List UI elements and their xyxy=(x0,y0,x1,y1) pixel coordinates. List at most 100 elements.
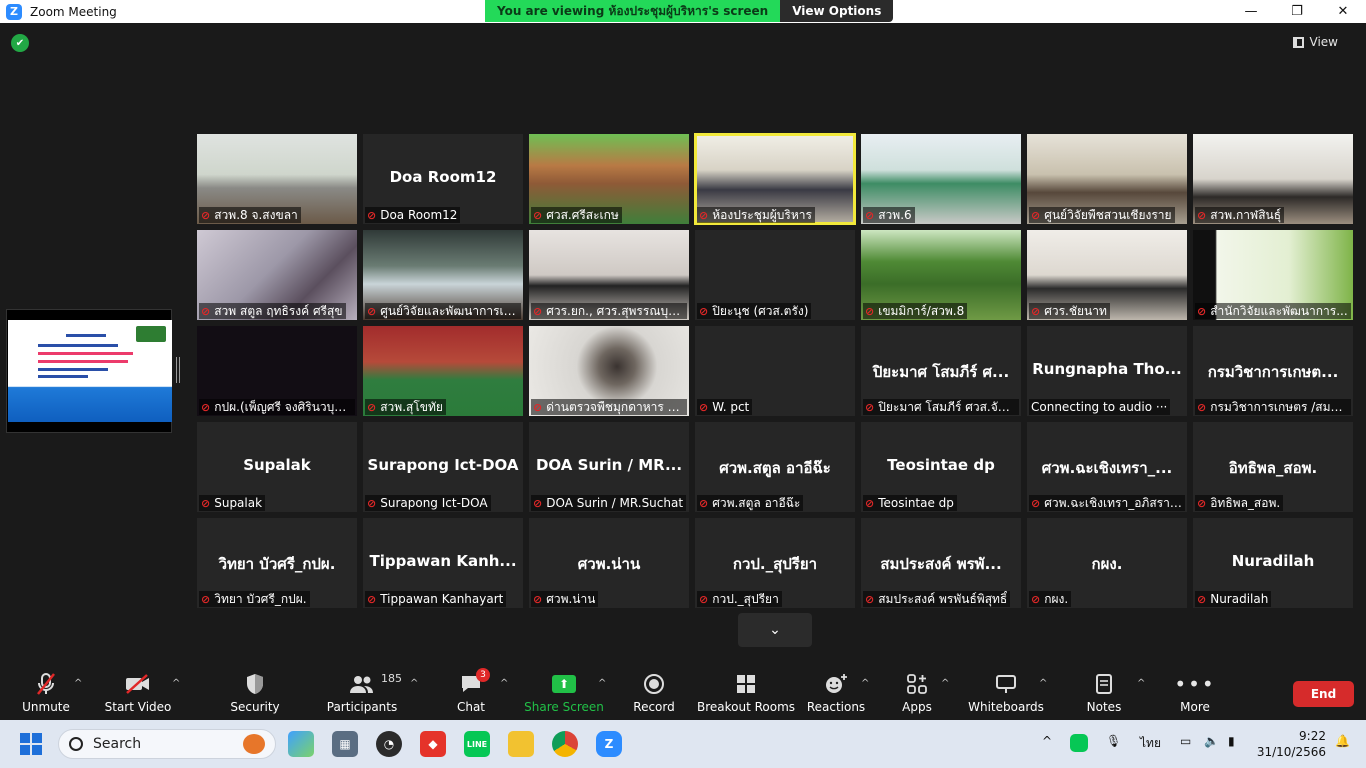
apps-caret-icon[interactable]: ^ xyxy=(941,678,949,689)
participant-tile[interactable]: Surapong Ict-DOA ⊘ Surapong Ict-DOA xyxy=(363,422,523,512)
participant-tile[interactable]: ⊘ ศูนย์วิจัยและพัฒนาการเก... xyxy=(363,230,523,320)
participant-tile[interactable]: ปิยะมาศ โสมภีร์ ศ... ⊘ ปิยะมาศ โสมภีร์ ศวส… xyxy=(861,326,1021,416)
clock-date: 31/10/2566 xyxy=(1256,745,1326,759)
notes-caret-icon[interactable]: ^ xyxy=(1137,678,1145,689)
view-button[interactable]: View xyxy=(1292,35,1338,49)
participant-name-tag: ⊘ ศวพ.สตูล อาอีฉ๊ะ xyxy=(697,495,804,511)
muted-mic-icon: ⊘ xyxy=(533,592,543,606)
participant-tile[interactable]: ⊘ สวพ.6 xyxy=(861,134,1021,224)
participant-tile[interactable]: Nuradilah ⊘ Nuradilah xyxy=(1193,518,1353,608)
participant-tile[interactable]: DOA Surin / MR... ⊘ DOA Surin / MR.Suchat xyxy=(529,422,689,512)
end-meeting-button[interactable]: End xyxy=(1293,681,1354,707)
participant-tile[interactable]: ⊘ ห้องประชุมผู้บริหาร xyxy=(694,133,856,225)
reactions-caret-icon[interactable]: ^ xyxy=(861,678,869,689)
audio-options-caret-icon[interactable]: ^ xyxy=(74,678,82,689)
next-page-chevron-down-icon[interactable]: ⌄ xyxy=(738,613,812,647)
participant-tile[interactable]: ศวพ.สตูล อาอีฉ๊ะ ⊘ ศวพ.สตูล อาอีฉ๊ะ xyxy=(695,422,855,512)
input-language[interactable]: ไทย xyxy=(1140,734,1161,753)
participant-tile[interactable]: ⊘ W. pct xyxy=(695,326,855,416)
search-placeholder: Search xyxy=(93,736,142,752)
zoom-taskbar-icon[interactable]: Z xyxy=(596,731,622,757)
participant-tile[interactable]: Supalak ⊘ Supalak xyxy=(197,422,357,512)
participant-tile[interactable]: ⊘ ศวส.ศรีสะเกษ xyxy=(529,134,689,224)
participant-tile[interactable]: สมประสงค์ พรพั... ⊘ สมประสงค์ พรพันธ์พิสุท… xyxy=(861,518,1021,608)
video-options-caret-icon[interactable]: ^ xyxy=(172,678,180,689)
windows-start-icon[interactable] xyxy=(20,733,42,755)
participant-tile[interactable]: ⊘ ด่านตรวจพืชมุกดาหาร (ป... xyxy=(529,326,689,416)
participant-display-name: Tippawan Kanh... xyxy=(369,552,517,570)
taskbar-search-box[interactable]: Search xyxy=(58,729,276,759)
network-icon[interactable]: ▭ xyxy=(1180,734,1191,748)
participant-tile[interactable]: Tippawan Kanh... ⊘ Tippawan Kanhayart xyxy=(363,518,523,608)
participant-tile[interactable]: ⊘ สวพ.สุโขทัย xyxy=(363,326,523,416)
maximize-icon[interactable]: ❐ xyxy=(1274,0,1320,23)
apps-button[interactable]: Apps xyxy=(898,670,936,718)
participant-display-name: DOA Surin / MR... xyxy=(535,456,683,474)
breakout-rooms-button[interactable]: Breakout Rooms xyxy=(697,670,795,718)
participant-tile[interactable]: กวป._สุปรียา ⊘ กวป._สุปรียา xyxy=(695,518,855,608)
notification-bell-icon[interactable]: 🔔 xyxy=(1335,734,1350,748)
more-button[interactable]: ••• More xyxy=(1174,670,1214,718)
microphone-tray-icon[interactable]: 🎙 xyxy=(1106,734,1121,748)
participant-tile[interactable]: Doa Room12 ⊘ Doa Room12 xyxy=(363,134,523,224)
unmute-button[interactable]: Unmute xyxy=(22,670,70,718)
widgets-app-icon[interactable] xyxy=(288,731,314,757)
participant-tile[interactable]: วิทยา บัวศรี_กปผ. ⊘ วิทยา บัวศรี_กปผ. xyxy=(197,518,357,608)
participant-tile[interactable]: ⊘ ปิยะนุช (ศวส.ตรัง) xyxy=(695,230,855,320)
participant-name-tag: ⊘ ศวร.ยก., ศวร.สุพรรณบุรี,... xyxy=(531,303,687,319)
muted-mic-icon: ⊘ xyxy=(699,496,709,510)
participant-tile[interactable]: ศวพ.น่าน ⊘ ศวพ.น่าน xyxy=(529,518,689,608)
participant-tile[interactable]: อิทธิพล_สอพ. ⊘ อิทธิพล_สอพ. xyxy=(1193,422,1353,512)
participant-tile[interactable]: กรมวิชาการเกษต... ⊘ กรมวิชาการเกษตร /สมคิ.… xyxy=(1193,326,1353,416)
tray-overflow-chevron-icon[interactable]: ^ xyxy=(1042,734,1052,748)
participants-caret-icon[interactable]: ^ xyxy=(410,678,418,689)
security-button[interactable]: Security xyxy=(230,670,280,718)
share-screen-button[interactable]: ⬆ Share Screen xyxy=(524,670,604,718)
line-app-icon[interactable]: LINE xyxy=(464,731,490,757)
speedometer-app-icon[interactable]: ◔ xyxy=(376,731,402,757)
participants-button[interactable]: 185 Participants xyxy=(327,670,402,718)
chrome-browser-icon[interactable] xyxy=(552,731,578,757)
participant-tile[interactable]: ⊘ ศวร.ชัยนาท xyxy=(1027,230,1187,320)
participant-tile[interactable]: ศวพ.ฉะเชิงเทรา_... ⊘ ศวพ.ฉะเชิงเทรา_อภิสรา… xyxy=(1027,422,1187,512)
muted-mic-icon: ⊘ xyxy=(1197,304,1207,318)
line-tray-icon[interactable] xyxy=(1070,734,1088,752)
calculator-app-icon[interactable]: ▦ xyxy=(332,731,358,757)
close-icon[interactable]: ✕ xyxy=(1320,0,1366,23)
chat-button[interactable]: 3 Chat xyxy=(452,668,490,718)
participant-tile[interactable]: ⊘ สวพ.กาฬสินธุ์ xyxy=(1193,134,1353,224)
shared-screen-thumbnail[interactable] xyxy=(6,309,172,433)
start-video-button[interactable]: Start Video xyxy=(105,670,171,718)
participant-tile[interactable]: ⊘ กปผ.(เพ็ญศรี จงศิรินวบุตร) xyxy=(197,326,357,416)
chat-caret-icon[interactable]: ^ xyxy=(500,678,508,689)
participant-name-tag: ⊘ Supalak xyxy=(199,495,266,511)
participant-tile[interactable]: ⊘ เขมมิการ์/สวพ.8 xyxy=(861,230,1021,320)
whiteboards-button[interactable]: Whiteboards xyxy=(968,670,1044,718)
participant-tile[interactable]: ⊘ ศูนย์วิจัยพืชสวนเชียงราย xyxy=(1027,134,1187,224)
participant-tile[interactable]: กผง. ⊘ กผง. xyxy=(1027,518,1187,608)
participant-tile[interactable]: Rungnapha Tho... Connecting to audio ··· xyxy=(1027,326,1187,416)
participant-display-name: สมประสงค์ พรพั... xyxy=(880,555,1002,573)
smiley-plus-icon xyxy=(824,670,848,698)
participant-name-tag: ⊘ Nuradilah xyxy=(1195,591,1272,607)
file-explorer-folder-icon[interactable] xyxy=(508,731,534,757)
taskbar-clock[interactable]: 9:22 31/10/2566 xyxy=(1257,728,1326,760)
reactions-button[interactable]: Reactions xyxy=(807,670,865,718)
participant-tile[interactable]: ⊘ สำนักวิจัยและพัฒนาการ... xyxy=(1193,230,1353,320)
view-options-button[interactable]: View Options xyxy=(780,0,894,22)
security-shield-icon xyxy=(245,670,265,698)
minimize-icon[interactable]: — xyxy=(1228,0,1274,23)
record-button[interactable]: Record xyxy=(632,670,676,718)
notes-button[interactable]: Notes xyxy=(1084,670,1124,718)
participant-tile[interactable]: Teosintae dp ⊘ Teosintae dp xyxy=(861,422,1021,512)
anydesk-app-icon[interactable]: ◆ xyxy=(420,731,446,757)
encryption-shield-icon[interactable]: ✔ xyxy=(11,34,29,52)
whiteboards-caret-icon[interactable]: ^ xyxy=(1039,678,1047,689)
volume-icon[interactable]: 🔈 xyxy=(1204,734,1219,748)
participant-tile[interactable]: ⊘ สวพ.8 จ.สงขลา xyxy=(197,134,357,224)
participant-tile[interactable]: ⊘ สวพ สตูล ฤทธิรงค์ ศรีสุข xyxy=(197,230,357,320)
participant-tile[interactable]: ⊘ ศวร.ยก., ศวร.สุพรรณบุรี,... xyxy=(529,230,689,320)
panel-resize-handle[interactable] xyxy=(176,357,180,383)
share-options-caret-icon[interactable]: ^ xyxy=(598,678,606,689)
battery-icon[interactable]: ▮ xyxy=(1228,734,1235,748)
